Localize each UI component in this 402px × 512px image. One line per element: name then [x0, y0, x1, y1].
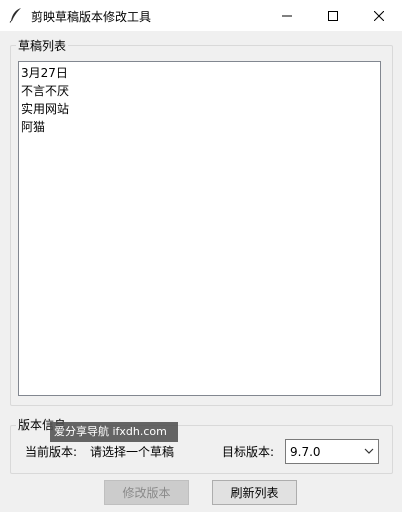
title-bar: 剪映草稿版本修改工具 [0, 0, 402, 31]
maximize-icon [328, 10, 338, 21]
modify-version-button[interactable]: 修改版本 [104, 480, 189, 505]
target-version-select[interactable]: 9.7.0 [285, 439, 379, 464]
current-version-label: 当前版本: [25, 445, 78, 459]
window-title: 剪映草稿版本修改工具 [31, 10, 152, 24]
feather-icon [9, 7, 23, 23]
maximize-button[interactable] [310, 0, 356, 31]
list-item[interactable]: 不言不厌 [20, 82, 380, 100]
target-version-label: 目标版本: [222, 445, 275, 459]
list-item[interactable]: 实用网站 [20, 100, 380, 118]
watermark-overlay: 爱分享导航 ifxdh.com [50, 422, 178, 442]
current-version-value: 请选择一个草稿 [90, 445, 175, 459]
drafts-listbox[interactable]: 3月27日 不言不厌 实用网站 阿猫 [18, 61, 381, 396]
minimize-button[interactable] [264, 0, 310, 31]
close-icon [374, 10, 384, 21]
refresh-list-button[interactable]: 刷新列表 [212, 480, 297, 505]
list-item[interactable]: 阿猫 [20, 118, 380, 136]
target-version-value: 9.7.0 [290, 445, 321, 459]
list-item[interactable]: 3月27日 [20, 64, 380, 82]
chevron-down-icon [364, 448, 374, 454]
minimize-icon [282, 15, 292, 16]
close-button[interactable] [356, 0, 402, 31]
drafts-legend: 草稿列表 [16, 39, 69, 53]
